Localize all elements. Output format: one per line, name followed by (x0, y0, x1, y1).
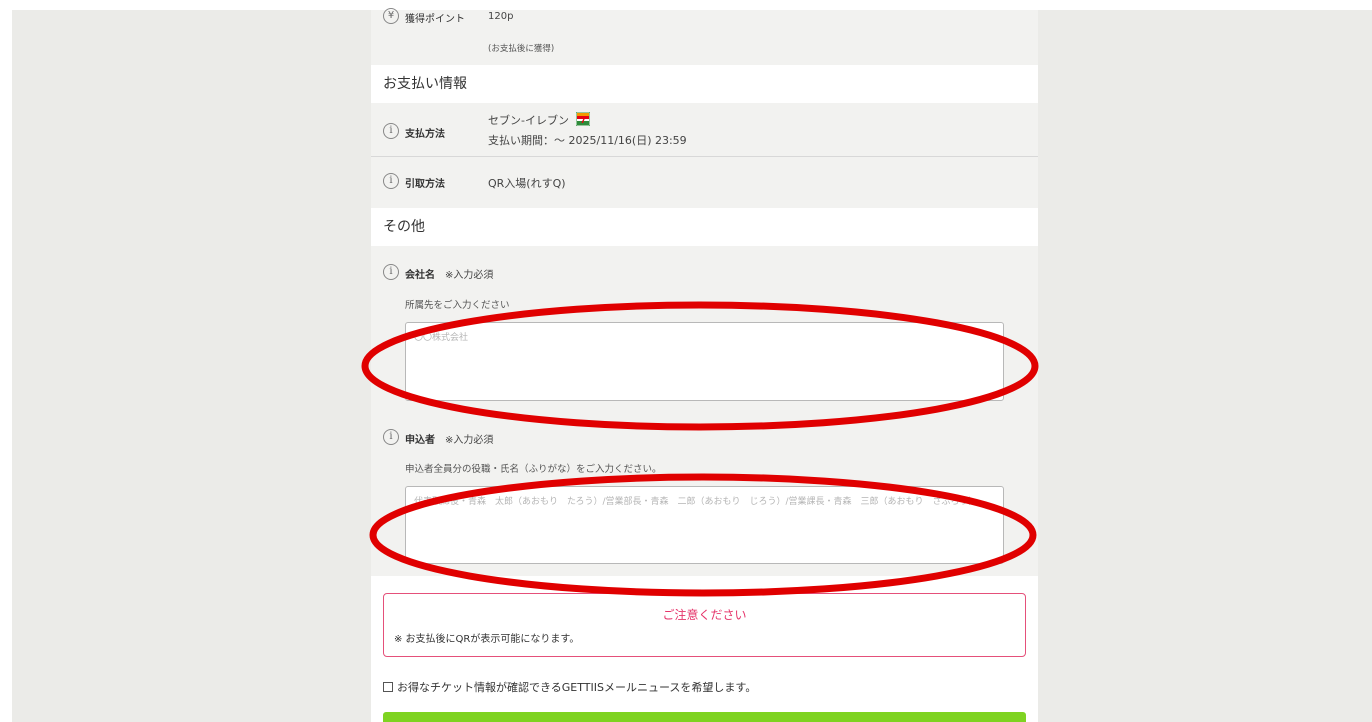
payment-method-label: 支払方法 (405, 129, 445, 140)
company-label-text: 会社名 (405, 270, 435, 281)
company-description: 所属先をご入力ください (405, 300, 510, 311)
section-header-payment: お支払い情報 (371, 65, 1038, 103)
yen-icon: ¥ (383, 8, 399, 24)
pickup-method-value: QR入場(れすQ) (488, 177, 566, 190)
points-note: (お支払後に獲得) (488, 44, 555, 54)
submit-button[interactable] (383, 712, 1026, 722)
info-icon: i (383, 173, 399, 189)
pickup-method-label: 引取方法 (405, 179, 445, 190)
section-header-other: その他 (371, 208, 1038, 246)
seven-eleven-logo-icon: 7 (576, 112, 591, 126)
payment-deadline: 支払い期間：～ 2025/11/16(日) 23:59 (488, 134, 687, 147)
company-name-input[interactable]: 〇〇株式会社 (405, 322, 1004, 401)
points-label: 獲得ポイント (405, 14, 465, 25)
row-divider (371, 156, 1038, 157)
section-title-payment: お支払い情報 (383, 76, 467, 92)
svg-text:7: 7 (581, 116, 587, 125)
newsletter-label: お得なチケット情報が確認できるGETTIISメールニュースを希望します。 (397, 681, 757, 694)
payment-method-name: セブン-イレブン (488, 114, 569, 127)
applicant-description: 申込者全員分の役職・氏名（ふりがな）をご入力ください。 (405, 464, 662, 475)
required-marker: ※入力必須 (445, 270, 494, 281)
applicant-input[interactable]: 代表取締役・青森 太郎（あおもり たろう）/営業部長・青森 二郎（あおもり じろ… (405, 486, 1004, 564)
applicant-label-text: 申込者 (405, 435, 435, 446)
company-placeholder: 〇〇株式会社 (414, 333, 469, 343)
info-icon: i (383, 429, 399, 445)
info-icon: i (383, 123, 399, 139)
section-title-other: その他 (383, 219, 425, 235)
newsletter-checkbox[interactable] (383, 682, 393, 692)
info-icon: i (383, 264, 399, 280)
notice-body: ※ お支払後にQRが表示可能になります。 (394, 634, 580, 645)
payment-method-value: セブン-イレブン 7 (488, 112, 591, 128)
company-label: 会社名 ※入力必須 (405, 266, 493, 281)
newsletter-row[interactable]: お得なチケット情報が確認できるGETTIISメールニュースを希望します。 (383, 679, 756, 695)
notice-box: ご注意ください ※ お支払後にQRが表示可能になります。 (383, 593, 1026, 657)
points-value: 120p (488, 11, 514, 22)
applicant-placeholder: 代表取締役・青森 太郎（あおもり たろう）/営業部長・青森 二郎（あおもり じろ… (414, 497, 978, 507)
applicant-label: 申込者 ※入力必須 (405, 431, 493, 446)
required-marker: ※入力必須 (445, 435, 494, 446)
notice-title: ご注意ください (662, 608, 747, 622)
